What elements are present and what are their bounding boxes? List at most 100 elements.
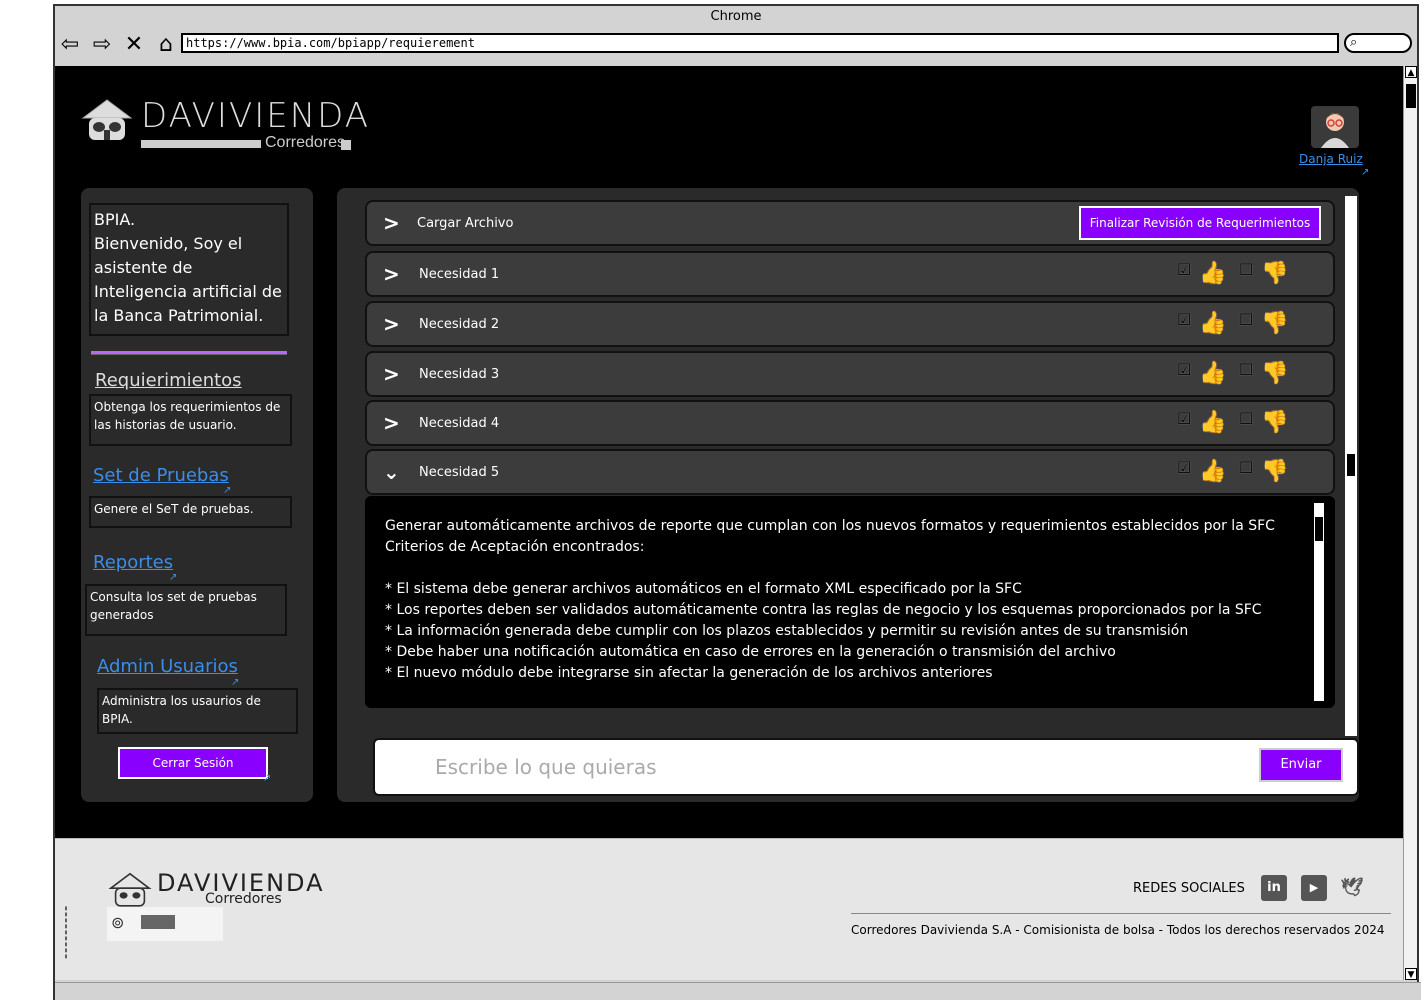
footer-logo[interactable]: DAVIVIENDA Corredores: [107, 869, 347, 909]
thumbs-down-icon[interactable]: 👎: [1261, 408, 1288, 438]
upload-label: Cargar Archivo: [417, 216, 514, 231]
checkbox-checked-icon[interactable]: ☑: [1177, 404, 1191, 434]
brand-bar: [141, 140, 261, 148]
stop-icon[interactable]: ✕: [121, 34, 147, 56]
sidebar-desc-set-de-pruebas: Genere el SeT de pruebas.: [89, 496, 292, 528]
checkbox-icon[interactable]: ☐: [1239, 404, 1253, 434]
house-logo-icon: [81, 99, 133, 140]
window-title: Chrome: [710, 9, 762, 24]
horizontal-scrollbar[interactable]: [55, 982, 1421, 1000]
brand-sub: Corredores: [265, 134, 346, 151]
need-row[interactable]: > Necesidad 1 ☑ 👍 ☐ 👎: [365, 251, 1335, 297]
need-description: Generar automáticamente archivos de repo…: [385, 518, 1275, 534]
twitter-icon[interactable]: 🕊: [1339, 875, 1365, 901]
thumbs-up-icon[interactable]: 👍: [1199, 309, 1226, 339]
thumbs-up-icon[interactable]: 👍: [1199, 408, 1226, 438]
chevron-right-icon[interactable]: >: [383, 362, 407, 386]
checkbox-checked-icon[interactable]: ☑: [1177, 255, 1191, 285]
youtube-icon[interactable]: ▶: [1301, 875, 1327, 901]
link-arrow-icon: ↗: [231, 677, 240, 688]
thumbs-down-icon[interactable]: 👎: [1261, 259, 1288, 289]
need-row[interactable]: > Necesidad 3 ☑ 👍 ☐ 👎: [365, 351, 1335, 397]
sidebar-item-reportes[interactable]: Reportes: [93, 552, 173, 573]
certification-icon: ⊚: [111, 913, 125, 932]
sidebar: BPIA. Bienvenido, Soy el asistente de In…: [81, 188, 313, 802]
user-avatar[interactable]: [1311, 106, 1359, 148]
main-scrollbar[interactable]: [1345, 196, 1357, 736]
thumbs-down-icon[interactable]: 👎: [1261, 457, 1288, 487]
assistant-intro: BPIA. Bienvenido, Soy el asistente de In…: [89, 203, 289, 336]
linkedin-icon[interactable]: in: [1261, 875, 1287, 901]
search-icon[interactable]: ⌕: [1344, 33, 1412, 53]
home-icon[interactable]: ⌂: [153, 34, 179, 56]
brand-logo[interactable]: DAVIVIENDA Corredores: [79, 94, 379, 152]
chevron-down-icon[interactable]: ⌄: [383, 460, 407, 484]
forward-icon[interactable]: ⇨: [89, 34, 115, 56]
chevron-right-icon[interactable]: >: [383, 211, 407, 235]
criteria-item: * El sistema debe generar archivos autom…: [385, 581, 1022, 597]
logout-button[interactable]: Cerrar Sesión: [118, 747, 268, 779]
thumbs-up-icon[interactable]: 👍: [1199, 259, 1226, 289]
thumbs-up-icon[interactable]: 👍: [1199, 359, 1226, 389]
link-arrow-icon: ↗: [169, 572, 178, 583]
send-button[interactable]: Enviar: [1259, 748, 1343, 782]
browser-navbar: ⇦ ⇨ ✕ ⌂ https://www.bpia.com/bpiapp/requ…: [55, 30, 1417, 64]
page-viewport: DAVIVIENDA Corredores Danja Ruiz ↗ BPIA.…: [55, 66, 1405, 838]
checkbox-checked-icon[interactable]: ☑: [1177, 305, 1191, 335]
certification-badges: ⊚: [107, 907, 223, 941]
need-actions: ☑ 👍 ☐ 👎: [1177, 309, 1307, 343]
page-scrollbar[interactable]: ▲ ▼: [1403, 66, 1417, 980]
url-bar[interactable]: https://www.bpia.com/bpiapp/requierement: [181, 33, 1339, 53]
need-label: Necesidad 3: [419, 367, 500, 382]
checkbox-icon[interactable]: ☐: [1239, 305, 1253, 335]
sidebar-item-requerimientos[interactable]: Requierimientos: [95, 370, 242, 391]
copyright-text: Corredores Davivienda S.A - Comisionista…: [851, 923, 1385, 937]
thumbs-down-icon[interactable]: 👎: [1261, 309, 1288, 339]
need-row[interactable]: > Necesidad 4 ☑ 👍 ☐ 👎: [365, 400, 1335, 446]
sidebar-item-set-de-pruebas[interactable]: Set de Pruebas: [93, 465, 229, 486]
link-arrow-icon: ↗: [223, 485, 232, 496]
main-scroll-thumb[interactable]: [1347, 454, 1355, 476]
footer-brand-sub: Corredores: [205, 891, 282, 907]
checkbox-checked-icon[interactable]: ☑: [1177, 453, 1191, 483]
detail-scrollbar[interactable]: [1313, 502, 1325, 702]
need-label: Necesidad 1: [419, 267, 500, 282]
finalize-review-button[interactable]: Finalizar Revisión de Requerimientos: [1079, 206, 1321, 240]
footer-divider: [851, 913, 1391, 914]
brand-name: DAVIVIENDA: [141, 96, 370, 136]
social-label: REDES SOCIALES: [1133, 881, 1245, 896]
chat-input[interactable]: [435, 750, 1195, 784]
detail-scroll-thumb[interactable]: [1315, 517, 1323, 541]
sidebar-desc-reportes: Consulta los set de pruebas generados: [85, 584, 287, 636]
chevron-right-icon[interactable]: >: [383, 312, 407, 336]
checkbox-checked-icon[interactable]: ☑: [1177, 355, 1191, 385]
chat-box: Enviar: [373, 738, 1359, 796]
user-name-link[interactable]: Danja Ruiz: [1299, 152, 1363, 166]
sidebar-divider: [91, 351, 287, 355]
need-actions: ☑ 👍 ☐ 👎: [1177, 259, 1307, 293]
need-row-expanded[interactable]: ⌄ Necesidad 5 ☑ 👍 ☐ 👎: [365, 449, 1335, 495]
main-panel: > Cargar Archivo Finalizar Revisión de R…: [337, 188, 1359, 802]
sidebar-item-admin-usuarios[interactable]: Admin Usuarios: [97, 656, 238, 677]
upload-row[interactable]: > Cargar Archivo Finalizar Revisión de R…: [365, 200, 1335, 246]
chevron-right-icon[interactable]: >: [383, 262, 407, 286]
scroll-down-icon[interactable]: ▼: [1405, 968, 1417, 980]
thumbs-down-icon[interactable]: 👎: [1261, 359, 1288, 389]
checkbox-icon[interactable]: ☐: [1239, 453, 1253, 483]
checkbox-icon[interactable]: ☐: [1239, 355, 1253, 385]
criteria-item: * Debe haber una notificación automática…: [385, 644, 1116, 660]
bvc-badge-icon: [141, 915, 175, 929]
brand-square: [341, 140, 351, 150]
need-row[interactable]: > Necesidad 2 ☑ 👍 ☐ 👎: [365, 301, 1335, 347]
side-strip: ▮▮▮▮▮▮▮▮▮: [63, 905, 69, 959]
back-icon[interactable]: ⇦: [57, 34, 83, 56]
chevron-right-icon[interactable]: >: [383, 411, 407, 435]
thumbs-up-icon[interactable]: 👍: [1199, 457, 1226, 487]
checkbox-icon[interactable]: ☐: [1239, 255, 1253, 285]
sidebar-desc-requerimientos: Obtenga los requerimientos de las histor…: [89, 394, 292, 446]
page-scroll-thumb[interactable]: [1406, 84, 1416, 108]
need-detail: Generar automáticamente archivos de repo…: [365, 496, 1335, 708]
scroll-up-icon[interactable]: ▲: [1405, 66, 1417, 78]
footer: ▮▮▮▮▮▮▮▮▮ DAVIVIENDA Corredores ⊚ REDES …: [55, 838, 1405, 980]
link-arrow-icon: ↗: [1361, 167, 1370, 178]
